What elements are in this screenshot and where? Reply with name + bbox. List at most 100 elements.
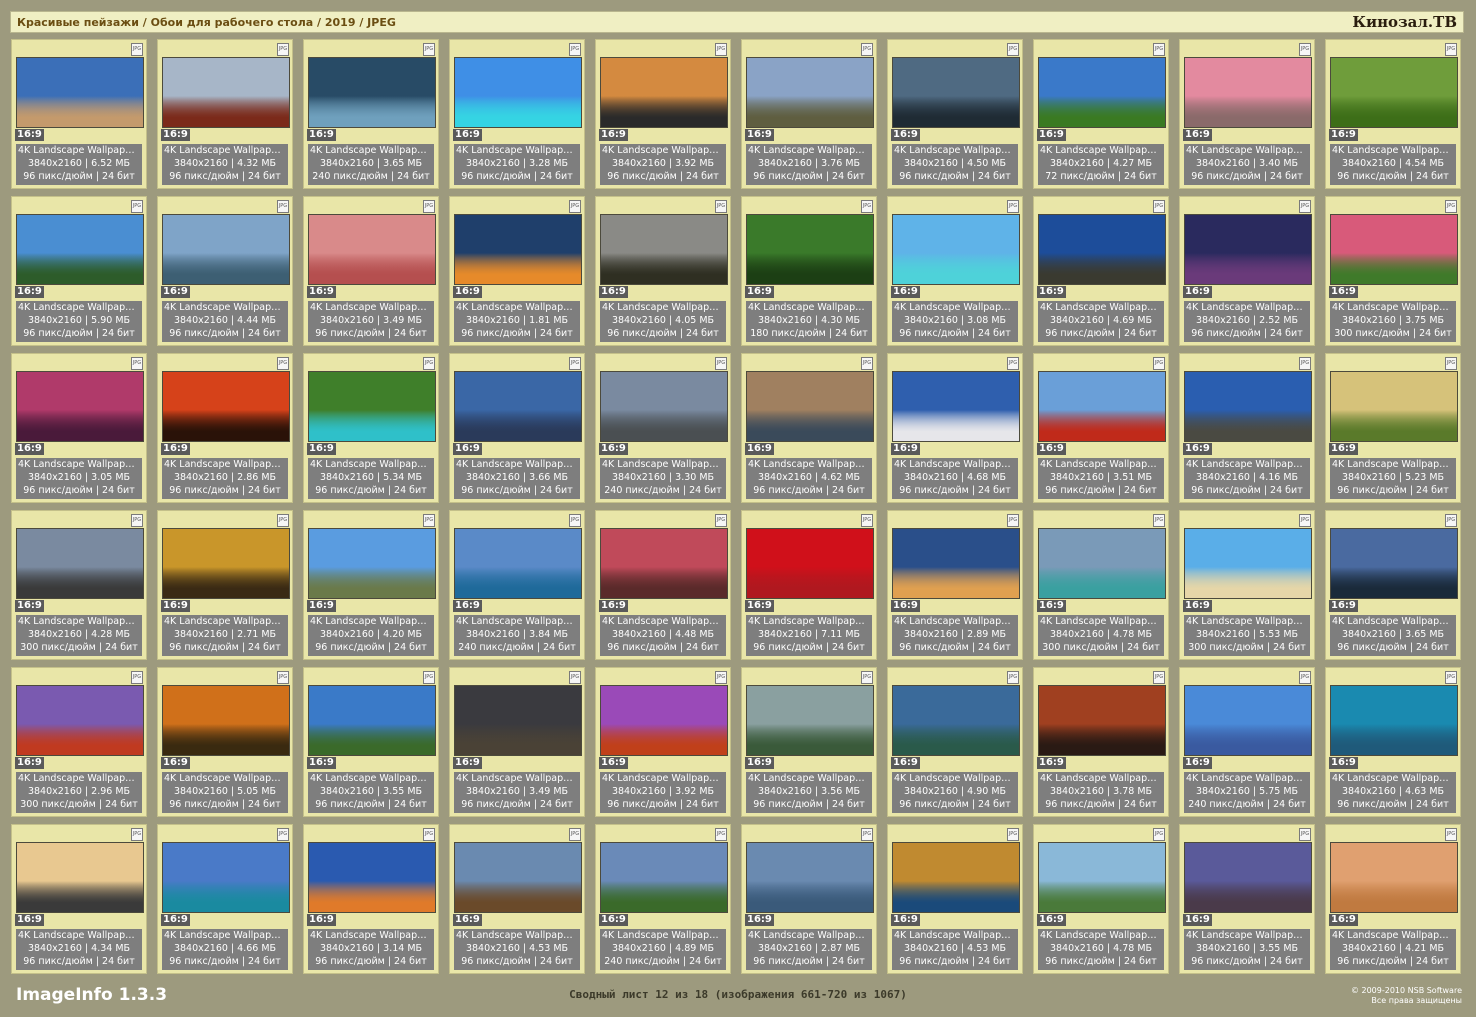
- thumbnail-image[interactable]: [746, 685, 874, 756]
- thumbnail-image[interactable]: [600, 685, 728, 756]
- thumbnail-tile[interactable]: JPG 16:9 4K Landscape Wallpape… 3840x2160 |…: [741, 510, 877, 660]
- thumbnail-tile[interactable]: JPG 16:9 4K Landscape Wallpape… 3840x2160 |…: [449, 824, 585, 974]
- thumbnail-tile[interactable]: JPG 16:9 4K Landscape Wallpape… 3840x2160 |…: [1325, 667, 1461, 817]
- thumbnail-image[interactable]: [16, 214, 144, 285]
- thumbnail-image[interactable]: [600, 528, 728, 599]
- thumbnail-image[interactable]: [892, 528, 1020, 599]
- thumbnail-image[interactable]: [16, 57, 144, 128]
- thumbnail-image[interactable]: [454, 528, 582, 599]
- thumbnail-image[interactable]: [1038, 57, 1166, 128]
- thumbnail-image[interactable]: [892, 371, 1020, 442]
- thumbnail-tile[interactable]: JPG 16:9 4K Landscape Wallpape… 3840x2160 |…: [887, 196, 1023, 346]
- thumbnail-image[interactable]: [600, 214, 728, 285]
- thumbnail-tile[interactable]: JPG 16:9 4K Landscape Wallpape… 3840x2160 |…: [449, 510, 585, 660]
- thumbnail-tile[interactable]: JPG 16:9 4K Landscape Wallpape… 3840x2160 |…: [157, 353, 293, 503]
- thumbnail-tile[interactable]: JPG 16:9 4K Landscape Wallpape… 3840x2160 |…: [11, 824, 147, 974]
- thumbnail-image[interactable]: [16, 528, 144, 599]
- thumbnail-image[interactable]: [16, 685, 144, 756]
- thumbnail-tile[interactable]: JPG 16:9 4K Landscape Wallpape… 3840x2160 |…: [449, 196, 585, 346]
- thumbnail-image[interactable]: [746, 371, 874, 442]
- thumbnail-tile[interactable]: JPG 16:9 4K Landscape Wallpape… 3840x2160 |…: [595, 824, 731, 974]
- thumbnail-image[interactable]: [162, 685, 290, 756]
- thumbnail-image[interactable]: [454, 57, 582, 128]
- thumbnail-tile[interactable]: JPG 16:9 4K Landscape Wallpape… 3840x2160 |…: [1179, 510, 1315, 660]
- thumbnail-tile[interactable]: JPG 16:9 4K Landscape Wallpape… 3840x2160 |…: [1325, 196, 1461, 346]
- thumbnail-image[interactable]: [1330, 57, 1458, 128]
- thumbnail-image[interactable]: [308, 371, 436, 442]
- thumbnail-tile[interactable]: JPG 16:9 4K Landscape Wallpape… 3840x2160 |…: [303, 39, 439, 189]
- thumbnail-image[interactable]: [1184, 371, 1312, 442]
- thumbnail-image[interactable]: [16, 371, 144, 442]
- thumbnail-tile[interactable]: JPG 16:9 4K Landscape Wallpape… 3840x2160 |…: [1033, 196, 1169, 346]
- thumbnail-image[interactable]: [454, 685, 582, 756]
- thumbnail-image[interactable]: [1184, 685, 1312, 756]
- thumbnail-tile[interactable]: JPG 16:9 4K Landscape Wallpape… 3840x2160 |…: [157, 196, 293, 346]
- thumbnail-image[interactable]: [600, 371, 728, 442]
- thumbnail-tile[interactable]: JPG 16:9 4K Landscape Wallpape… 3840x2160 |…: [1033, 39, 1169, 189]
- thumbnail-tile[interactable]: JPG 16:9 4K Landscape Wallpape… 3840x2160 |…: [11, 353, 147, 503]
- thumbnail-image[interactable]: [1330, 371, 1458, 442]
- thumbnail-tile[interactable]: JPG 16:9 4K Landscape Wallpape… 3840x2160 |…: [11, 667, 147, 817]
- thumbnail-image[interactable]: [746, 842, 874, 913]
- thumbnail-image[interactable]: [600, 842, 728, 913]
- thumbnail-image[interactable]: [162, 371, 290, 442]
- thumbnail-tile[interactable]: JPG 16:9 4K Landscape Wallpape… 3840x2160 |…: [157, 824, 293, 974]
- thumbnail-tile[interactable]: JPG 16:9 4K Landscape Wallpape… 3840x2160 |…: [1179, 39, 1315, 189]
- thumbnail-image[interactable]: [454, 842, 582, 913]
- thumbnail-tile[interactable]: JPG 16:9 4K Landscape Wallpape… 3840x2160 |…: [595, 667, 731, 817]
- thumbnail-image[interactable]: [746, 528, 874, 599]
- thumbnail-image[interactable]: [1330, 528, 1458, 599]
- thumbnail-image[interactable]: [162, 528, 290, 599]
- thumbnail-image[interactable]: [162, 214, 290, 285]
- thumbnail-tile[interactable]: JPG 16:9 4K Landscape Wallpape… 3840x2160 |…: [741, 353, 877, 503]
- thumbnail-tile[interactable]: JPG 16:9 4K Landscape Wallpape… 3840x2160 |…: [887, 39, 1023, 189]
- thumbnail-tile[interactable]: JPG 16:9 4K Landscape Wallpape… 3840x2160 |…: [1033, 667, 1169, 817]
- thumbnail-tile[interactable]: JPG 16:9 4K Landscape Wallpape… 3840x2160 |…: [595, 510, 731, 660]
- thumbnail-tile[interactable]: JPG 16:9 4K Landscape Wallpape… 3840x2160 |…: [741, 39, 877, 189]
- thumbnail-tile[interactable]: JPG 16:9 4K Landscape Wallpape… 3840x2160 |…: [449, 353, 585, 503]
- thumbnail-tile[interactable]: JPG 16:9 4K Landscape Wallpape… 3840x2160 |…: [887, 510, 1023, 660]
- thumbnail-tile[interactable]: JPG 16:9 4K Landscape Wallpape… 3840x2160 |…: [303, 353, 439, 503]
- thumbnail-image[interactable]: [308, 214, 436, 285]
- thumbnail-tile[interactable]: JPG 16:9 4K Landscape Wallpape… 3840x2160 |…: [157, 667, 293, 817]
- thumbnail-tile[interactable]: JPG 16:9 4K Landscape Wallpape… 3840x2160 |…: [303, 510, 439, 660]
- thumbnail-image[interactable]: [1038, 371, 1166, 442]
- thumbnail-image[interactable]: [746, 214, 874, 285]
- thumbnail-tile[interactable]: JPG 16:9 4K Landscape Wallpape… 3840x2160 |…: [887, 667, 1023, 817]
- thumbnail-tile[interactable]: JPG 16:9 4K Landscape Wallpape… 3840x2160 |…: [887, 824, 1023, 974]
- thumbnail-tile[interactable]: JPG 16:9 4K Landscape Wallpape… 3840x2160 |…: [595, 39, 731, 189]
- thumbnail-image[interactable]: [16, 842, 144, 913]
- thumbnail-image[interactable]: [1330, 685, 1458, 756]
- thumbnail-tile[interactable]: JPG 16:9 4K Landscape Wallpape… 3840x2160 |…: [1325, 824, 1461, 974]
- thumbnail-image[interactable]: [600, 57, 728, 128]
- thumbnail-image[interactable]: [454, 371, 582, 442]
- thumbnail-image[interactable]: [454, 214, 582, 285]
- thumbnail-tile[interactable]: JPG 16:9 4K Landscape Wallpape… 3840x2160 |…: [11, 196, 147, 346]
- thumbnail-image[interactable]: [308, 57, 436, 128]
- thumbnail-tile[interactable]: JPG 16:9 4K Landscape Wallpape… 3840x2160 |…: [741, 667, 877, 817]
- thumbnail-tile[interactable]: JPG 16:9 4K Landscape Wallpape… 3840x2160 |…: [157, 39, 293, 189]
- thumbnail-image[interactable]: [1330, 842, 1458, 913]
- thumbnail-tile[interactable]: JPG 16:9 4K Landscape Wallpape… 3840x2160 |…: [1033, 510, 1169, 660]
- thumbnail-tile[interactable]: JPG 16:9 4K Landscape Wallpape… 3840x2160 |…: [303, 824, 439, 974]
- thumbnail-image[interactable]: [1038, 528, 1166, 599]
- thumbnail-tile[interactable]: JPG 16:9 4K Landscape Wallpape… 3840x2160 |…: [741, 196, 877, 346]
- thumbnail-tile[interactable]: JPG 16:9 4K Landscape Wallpape… 3840x2160 |…: [303, 196, 439, 346]
- thumbnail-tile[interactable]: JPG 16:9 4K Landscape Wallpape… 3840x2160 |…: [11, 510, 147, 660]
- thumbnail-tile[interactable]: JPG 16:9 4K Landscape Wallpape… 3840x2160 |…: [1179, 196, 1315, 346]
- thumbnail-tile[interactable]: JPG 16:9 4K Landscape Wallpape… 3840x2160 |…: [1325, 353, 1461, 503]
- thumbnail-image[interactable]: [892, 214, 1020, 285]
- thumbnail-tile[interactable]: JPG 16:9 4K Landscape Wallpape… 3840x2160 |…: [887, 353, 1023, 503]
- thumbnail-image[interactable]: [308, 685, 436, 756]
- thumbnail-tile[interactable]: JPG 16:9 4K Landscape Wallpape… 3840x2160 |…: [1325, 39, 1461, 189]
- thumbnail-image[interactable]: [308, 528, 436, 599]
- thumbnail-tile[interactable]: JPG 16:9 4K Landscape Wallpape… 3840x2160 |…: [1033, 824, 1169, 974]
- thumbnail-image[interactable]: [892, 57, 1020, 128]
- thumbnail-image[interactable]: [1330, 214, 1458, 285]
- thumbnail-tile[interactable]: JPG 16:9 4K Landscape Wallpape… 3840x2160 |…: [1033, 353, 1169, 503]
- thumbnail-image[interactable]: [1184, 842, 1312, 913]
- thumbnail-tile[interactable]: JPG 16:9 4K Landscape Wallpape… 3840x2160 |…: [449, 39, 585, 189]
- thumbnail-image[interactable]: [1038, 842, 1166, 913]
- thumbnail-image[interactable]: [746, 57, 874, 128]
- thumbnail-tile[interactable]: JPG 16:9 4K Landscape Wallpape… 3840x2160 |…: [1179, 824, 1315, 974]
